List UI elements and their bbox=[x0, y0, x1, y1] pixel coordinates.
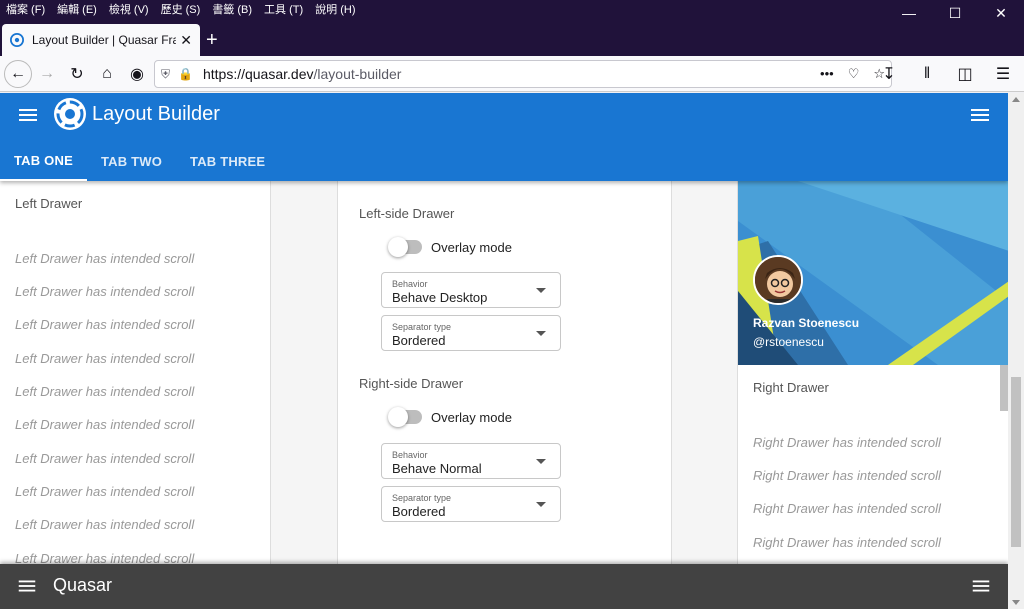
list-item: Left Drawer has intended scroll bbox=[15, 317, 195, 332]
menu-view[interactable]: 檢視 (V) bbox=[103, 1, 155, 17]
left-overlay-label: Overlay mode bbox=[431, 240, 512, 255]
list-item: Right Drawer has intended scroll bbox=[753, 501, 941, 516]
page-title: Layout Builder bbox=[92, 103, 220, 125]
page-scrollbar[interactable] bbox=[1008, 93, 1024, 609]
url-bar[interactable]: ⛨ 🔒 https://quasar.dev/layout-builder ••… bbox=[154, 60, 892, 88]
hamburger-menu-icon[interactable]: ☰ bbox=[988, 59, 1018, 89]
profile-name: Razvan Stoenescu bbox=[753, 316, 860, 330]
left-drawer: Left Drawer Left Drawer has intended scr… bbox=[0, 181, 271, 609]
select-value: Behave Normal bbox=[392, 461, 482, 476]
list-item: Left Drawer has intended scroll bbox=[15, 484, 195, 499]
back-icon[interactable]: ← bbox=[4, 59, 32, 88]
dropdown-arrow-icon bbox=[536, 502, 546, 507]
sidebar-icon[interactable]: ◫ bbox=[950, 59, 980, 89]
menu-icon[interactable] bbox=[16, 103, 40, 127]
menu-bookmarks[interactable]: 書籤 (B) bbox=[206, 1, 258, 17]
web-page: Layout Builder TAB ONE TAB TWO TAB THREE… bbox=[0, 93, 1008, 609]
shield-icon[interactable]: ⛨ bbox=[161, 67, 170, 82]
toggle-knob bbox=[388, 407, 408, 427]
browser-tab-strip: Layout Builder | Quasar Frame ✕ + bbox=[0, 18, 1024, 56]
tab-three[interactable]: TAB THREE bbox=[176, 141, 279, 181]
profile-handle: @rstoenescu bbox=[753, 335, 824, 349]
left-separator-select[interactable]: Separator type Bordered bbox=[381, 315, 561, 351]
right-menu-icon[interactable] bbox=[968, 103, 992, 127]
menu-file[interactable]: 檔案 (F) bbox=[0, 1, 51, 17]
page-tabs: TAB ONE TAB TWO TAB THREE bbox=[0, 141, 279, 181]
left-behavior-select[interactable]: Behavior Behave Desktop bbox=[381, 272, 561, 308]
account-icon[interactable]: ◉ bbox=[122, 59, 152, 89]
list-item: Left Drawer has intended scroll bbox=[15, 417, 195, 432]
quasar-logo-icon bbox=[54, 98, 86, 130]
close-tab-icon[interactable]: ✕ bbox=[180, 32, 192, 49]
list-item: Left Drawer has intended scroll bbox=[15, 517, 195, 532]
footer-right-menu-icon[interactable] bbox=[970, 575, 992, 597]
left-drawer-title: Left Drawer bbox=[15, 196, 83, 211]
select-label: Separator type bbox=[392, 493, 452, 503]
select-value: Bordered bbox=[392, 504, 446, 519]
tab-two[interactable]: TAB TWO bbox=[87, 141, 176, 181]
list-item: Right Drawer has intended scroll bbox=[753, 435, 941, 450]
browser-tab-title: Layout Builder | Quasar Frame bbox=[32, 33, 177, 47]
right-overlay-toggle[interactable] bbox=[388, 407, 422, 427]
list-item: Left Drawer has intended scroll bbox=[15, 451, 195, 466]
menu-help[interactable]: 說明 (H) bbox=[309, 1, 361, 17]
quasar-favicon-icon bbox=[10, 33, 24, 47]
left-overlay-toggle[interactable] bbox=[388, 237, 422, 257]
browser-tab[interactable]: Layout Builder | Quasar Frame ✕ bbox=[2, 24, 200, 56]
lock-icon[interactable]: 🔒 bbox=[178, 67, 193, 81]
download-icon[interactable]: ↧ bbox=[874, 59, 904, 89]
profile-banner: Razvan Stoenescu @rstoenescu bbox=[738, 181, 1008, 365]
right-drawer-scrollbar[interactable] bbox=[1000, 365, 1008, 411]
more-actions-icon[interactable]: ••• bbox=[820, 66, 834, 82]
footer-title: Quasar bbox=[53, 575, 113, 595]
right-separator-select[interactable]: Separator type Bordered bbox=[381, 486, 561, 522]
list-item: Left Drawer has intended scroll bbox=[15, 351, 195, 366]
right-behavior-select[interactable]: Behavior Behave Normal bbox=[381, 443, 561, 479]
browser-nav-bar: ← → ↻ ⌂ ◉ ⛨ 🔒 https://quasar.dev/layout-… bbox=[0, 56, 1024, 92]
left-drawer-section-title: Left-side Drawer bbox=[359, 206, 455, 221]
list-item: Right Drawer has intended scroll bbox=[753, 535, 941, 550]
os-menu-bar: 檔案 (F) 編輯 (E) 檢視 (V) 歷史 (S) 書籤 (B) 工具 (T… bbox=[0, 0, 1024, 18]
list-item: Left Drawer has intended scroll bbox=[15, 384, 195, 399]
pocket-icon[interactable]: ♡ bbox=[848, 66, 860, 82]
right-drawer-section-title: Right-side Drawer bbox=[359, 376, 464, 391]
reload-icon[interactable]: ↻ bbox=[62, 59, 92, 89]
select-value: Bordered bbox=[392, 333, 446, 348]
app-footer: Quasar bbox=[0, 564, 1008, 609]
tab-one[interactable]: TAB ONE bbox=[0, 141, 87, 181]
scrollbar-thumb[interactable] bbox=[1011, 377, 1021, 547]
settings-card: Left-side Drawer Overlay mode Behavior B… bbox=[337, 181, 672, 609]
new-tab-icon[interactable]: + bbox=[206, 30, 218, 50]
library-icon[interactable]: ‖ bbox=[912, 59, 942, 89]
scroll-up-arrow-icon[interactable] bbox=[1012, 97, 1020, 102]
dropdown-arrow-icon bbox=[536, 331, 546, 336]
scroll-down-arrow-icon[interactable] bbox=[1012, 600, 1020, 605]
right-drawer: Razvan Stoenescu @rstoenescu Right Drawe… bbox=[737, 181, 1008, 609]
avatar bbox=[753, 255, 803, 305]
footer-menu-icon[interactable] bbox=[16, 575, 38, 597]
home-icon[interactable]: ⌂ bbox=[92, 59, 122, 89]
list-item: Left Drawer has intended scroll bbox=[15, 251, 195, 266]
list-item: Left Drawer has intended scroll bbox=[15, 284, 195, 299]
forward-icon[interactable]: → bbox=[32, 59, 62, 89]
toggle-knob bbox=[388, 237, 408, 257]
menu-edit[interactable]: 編輯 (E) bbox=[51, 1, 103, 17]
menu-history[interactable]: 歷史 (S) bbox=[155, 1, 207, 17]
select-label: Separator type bbox=[392, 322, 452, 332]
select-label: Behavior bbox=[392, 450, 428, 460]
select-value: Behave Desktop bbox=[392, 290, 488, 305]
main-content: Left-side Drawer Overlay mode Behavior B… bbox=[271, 181, 737, 609]
dropdown-arrow-icon bbox=[536, 288, 546, 293]
app-header: Layout Builder TAB ONE TAB TWO TAB THREE bbox=[0, 93, 1008, 181]
list-item: Right Drawer has intended scroll bbox=[753, 468, 941, 483]
url-host: https://quasar.dev bbox=[202, 66, 314, 82]
right-drawer-title: Right Drawer bbox=[753, 380, 829, 395]
select-label: Behavior bbox=[392, 279, 428, 289]
url-path: /layout-builder bbox=[313, 66, 402, 82]
menu-tools[interactable]: 工具 (T) bbox=[258, 1, 309, 17]
dropdown-arrow-icon bbox=[536, 459, 546, 464]
right-overlay-label: Overlay mode bbox=[431, 410, 512, 425]
